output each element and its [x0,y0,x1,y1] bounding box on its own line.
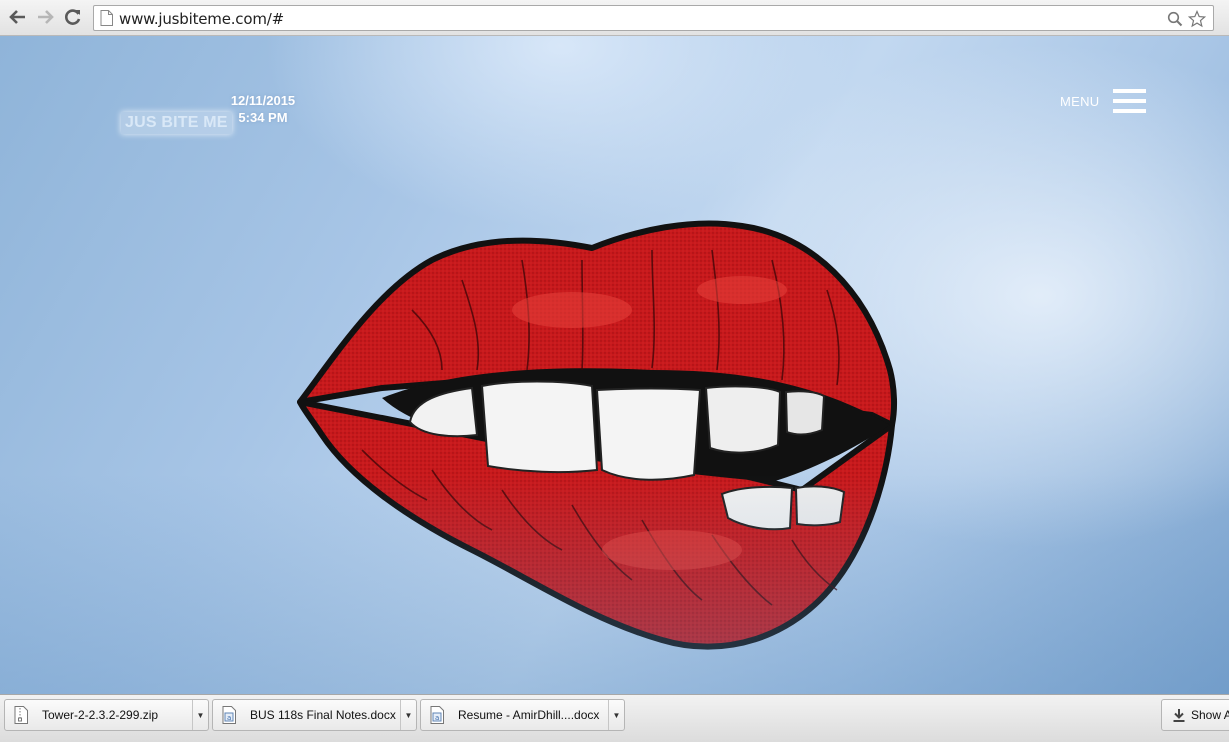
svg-text:a: a [227,714,231,722]
download-filename: BUS 118s Final Notes.docx [250,708,396,722]
browser-toolbar: www.jusbiteme.com/# [0,0,1229,36]
show-all-downloads-button[interactable]: Show A [1161,699,1229,731]
chevron-down-icon[interactable]: ▼ [608,700,624,730]
zip-file-icon [14,706,28,724]
page-viewport: JUS BITE ME 12/11/2015 5:34 PM MENU [0,36,1229,694]
date-text: 12/11/2015 [230,93,296,108]
menu-label: MENU [1060,93,1100,109]
download-filename: Resume - AmirDhill....docx [458,708,600,722]
download-icon [1173,708,1185,722]
magnifier-icon[interactable] [1165,9,1185,29]
download-item[interactable]: a Resume - AmirDhill....docx ▼ [420,699,625,731]
date-time: 12/11/2015 5:34 PM [218,92,308,126]
show-all-label: Show A [1191,708,1229,722]
star-icon[interactable] [1187,9,1207,29]
docx-file-icon: a [222,706,236,724]
time-text: 5:34 PM [238,110,288,125]
download-item[interactable]: a BUS 118s Final Notes.docx ▼ [212,699,417,731]
lips-biting-illustration [297,220,898,650]
svg-text:a: a [435,714,439,722]
hamburger-icon[interactable] [1113,89,1147,113]
download-shelf: Tower-2-2.3.2-299.zip ▼ a BUS 118s Final… [0,694,1229,742]
url-text[interactable]: www.jusbiteme.com/# [119,10,284,28]
menu-button[interactable]: MENU [1060,88,1147,114]
address-bar[interactable]: www.jusbiteme.com/# [93,5,1214,31]
docx-file-icon: a [430,706,444,724]
site-logo[interactable]: JUS BITE ME [121,112,232,134]
back-arrow-icon[interactable] [7,6,29,28]
download-filename: Tower-2-2.3.2-299.zip [42,708,159,722]
forward-arrow-icon[interactable] [34,6,56,28]
chevron-down-icon[interactable]: ▼ [192,700,208,730]
download-item[interactable]: Tower-2-2.3.2-299.zip ▼ [4,699,209,731]
page-icon [100,10,113,26]
chevron-down-icon[interactable]: ▼ [400,700,416,730]
reload-icon[interactable] [62,6,84,28]
